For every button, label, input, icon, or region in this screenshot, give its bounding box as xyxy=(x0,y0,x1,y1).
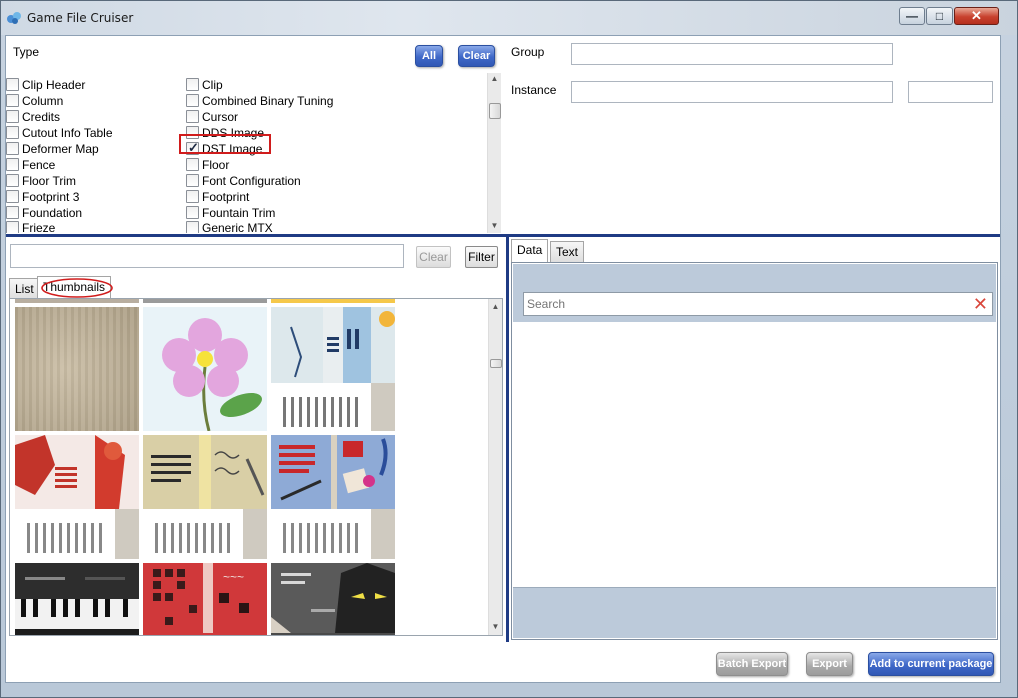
instance-input[interactable] xyxy=(571,81,893,103)
thumbnail-image[interactable] xyxy=(271,307,395,431)
checkbox[interactable] xyxy=(6,94,19,107)
group-input[interactable] xyxy=(571,43,893,65)
scroll-down-icon[interactable]: ▼ xyxy=(488,220,501,232)
clear-types-button[interactable]: Clear xyxy=(458,45,495,67)
minimize-button[interactable]: — xyxy=(899,7,925,25)
type-label-text: Deformer Map xyxy=(22,142,99,156)
thumbnail-scrollbar[interactable]: ▲ ▼ xyxy=(488,299,502,635)
filter-input[interactable] xyxy=(10,244,404,268)
thumbnail-image[interactable] xyxy=(143,435,267,559)
vertical-splitter[interactable] xyxy=(506,236,509,642)
checkbox[interactable] xyxy=(6,142,19,155)
search-field[interactable]: ✕ xyxy=(523,292,993,316)
thumbnails-tab-highlight xyxy=(41,278,113,298)
type-label-text: Floor xyxy=(202,158,230,172)
checkbox[interactable] xyxy=(186,174,199,187)
horizontal-splitter[interactable] xyxy=(6,234,1000,237)
type-label-text: Floor Trim xyxy=(22,174,76,188)
thumbnail-image[interactable] xyxy=(271,563,395,635)
type-label: Type xyxy=(13,45,40,59)
type-label-text: Generic MTX xyxy=(202,221,273,233)
maximize-icon: □ xyxy=(935,9,944,23)
type-label-text: Clip xyxy=(202,78,223,92)
scroll-thumb[interactable] xyxy=(490,359,502,368)
data-panel-footer xyxy=(513,587,996,638)
checkbox[interactable] xyxy=(6,174,19,187)
type-label-text: Fence xyxy=(22,158,56,172)
data-panel: ✕ xyxy=(511,262,998,640)
thumbnail-image[interactable] xyxy=(15,435,139,559)
batch-export-button[interactable]: Batch Export xyxy=(716,652,788,676)
checkbox[interactable] xyxy=(6,206,19,219)
checkbox[interactable] xyxy=(186,110,199,123)
instance-label: Instance xyxy=(511,83,557,97)
type-label-text: Cursor xyxy=(202,110,239,124)
app-window: Game File Cruiser — □ ✕ Type All Clear C… xyxy=(0,0,1018,698)
type-label-text: Foundation xyxy=(22,206,83,220)
thumbnail-image[interactable] xyxy=(15,563,139,635)
scroll-thumb[interactable] xyxy=(489,103,501,119)
thumb-strip xyxy=(271,299,395,303)
checkbox[interactable] xyxy=(186,158,199,171)
checkbox[interactable] xyxy=(6,190,19,203)
thumbnail-image[interactable] xyxy=(271,435,395,559)
title-bar[interactable]: Game File Cruiser — □ ✕ xyxy=(1,1,1017,35)
main-content: Type All Clear Clip Header Column Credit… xyxy=(5,35,1001,683)
thumbnail-image[interactable]: ~~~ xyxy=(143,563,267,635)
thumbnail-grid: ~~~ ▲ ▼ xyxy=(9,298,503,636)
thumb-strip xyxy=(143,299,267,303)
type-label-text: Clip Header xyxy=(22,78,86,92)
scroll-up-icon[interactable]: ▲ xyxy=(489,301,502,313)
type-label-text: Combined Binary Tuning xyxy=(202,94,334,108)
type-label-text: Cutout Info Table xyxy=(22,126,113,140)
filter-button[interactable]: Filter xyxy=(465,246,498,268)
type-label-text: Column xyxy=(22,94,64,108)
close-icon: ✕ xyxy=(971,8,982,23)
checkbox[interactable] xyxy=(186,78,199,91)
search-bar-area: ✕ xyxy=(513,264,996,322)
thumbnail-image[interactable] xyxy=(143,307,267,431)
checkbox[interactable] xyxy=(6,158,19,171)
svg-text:~~~: ~~~ xyxy=(223,570,244,584)
scroll-up-icon[interactable]: ▲ xyxy=(488,73,501,85)
tab-list[interactable]: List xyxy=(9,278,40,299)
checkbox[interactable] xyxy=(186,190,199,203)
select-all-button[interactable]: All xyxy=(415,45,443,67)
type-label-text: Footprint xyxy=(202,190,250,204)
type-label-text: Font Configuration xyxy=(202,174,301,188)
checkbox[interactable] xyxy=(6,126,19,139)
selection-highlight xyxy=(179,134,271,154)
tab-data[interactable]: Data xyxy=(511,239,549,262)
close-button[interactable]: ✕ xyxy=(954,7,999,25)
group-label: Group xyxy=(511,45,545,59)
checkbox[interactable] xyxy=(186,221,199,233)
minimize-icon: — xyxy=(906,9,918,23)
thumbnail-image[interactable] xyxy=(15,307,139,431)
instance-extra-input[interactable] xyxy=(908,81,993,103)
checkbox[interactable] xyxy=(186,206,199,219)
type-label-text: Frieze xyxy=(22,221,56,233)
thumb-strip xyxy=(15,299,139,303)
checkbox[interactable] xyxy=(186,94,199,107)
app-icon xyxy=(7,12,21,24)
window-title: Game File Cruiser xyxy=(27,11,134,25)
scroll-down-icon[interactable]: ▼ xyxy=(489,621,502,633)
checkbox[interactable] xyxy=(6,110,19,123)
search-input[interactable] xyxy=(527,296,957,312)
type-label-text: Footprint 3 xyxy=(22,190,80,204)
type-label-text: Credits xyxy=(22,110,61,124)
type-list-scrollbar[interactable]: ▲ ▼ xyxy=(487,73,501,233)
type-label-text: Fountain Trim xyxy=(202,206,276,220)
checkbox[interactable] xyxy=(6,221,19,233)
export-button[interactable]: Export xyxy=(806,652,853,676)
maximize-button[interactable]: □ xyxy=(926,7,953,25)
tab-text[interactable]: Text xyxy=(550,241,585,262)
clear-search-icon[interactable]: ✕ xyxy=(973,294,988,314)
add-to-package-button[interactable]: Add to current package xyxy=(868,652,994,676)
filter-clear-button[interactable]: Clear xyxy=(416,246,451,268)
checkbox[interactable] xyxy=(6,78,19,91)
